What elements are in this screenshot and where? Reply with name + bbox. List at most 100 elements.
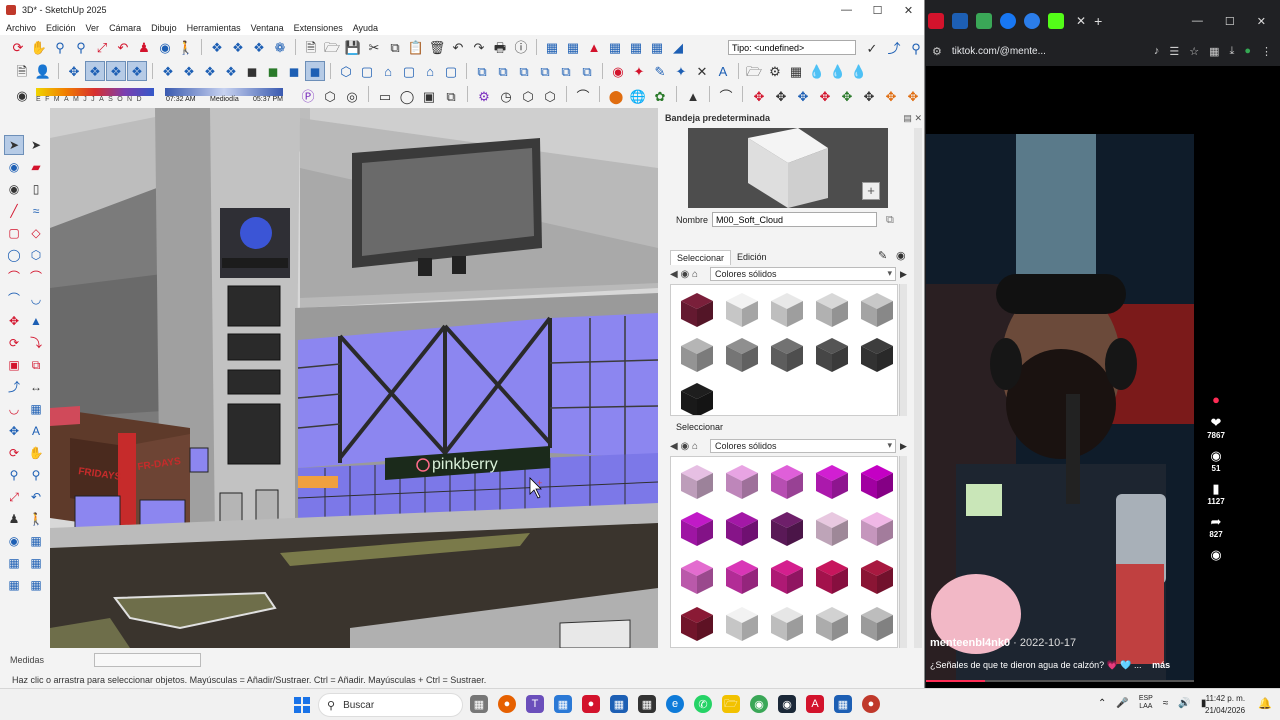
notifications-bell-icon[interactable]: 🔔: [1258, 697, 1272, 710]
teams-icon[interactable]: T: [526, 695, 544, 713]
cut-icon[interactable]: ✂: [364, 37, 384, 57]
zoom-window-tool-icon[interactable]: ⚲: [26, 465, 46, 485]
tab-seleccionar[interactable]: Seleccionar: [670, 250, 732, 265]
mic-icon[interactable]: 🎤: [1116, 698, 1128, 709]
profile-avatar[interactable]: ●: [1244, 45, 1251, 58]
orbit-icon[interactable]: ⟳: [8, 37, 28, 57]
like-button[interactable]: ❤ 7867: [1207, 415, 1225, 440]
profile-p-icon[interactable]: Ⓟ: [298, 86, 318, 106]
location-pin-icon[interactable]: ⚲: [906, 38, 926, 58]
follow-me-icon[interactable]: ⤵: [26, 333, 46, 353]
erase-icon[interactable]: 🗑: [427, 37, 447, 57]
material-swatch[interactable]: [720, 554, 763, 597]
task-view-icon[interactable]: ▦: [470, 695, 488, 713]
new-file-icon[interactable]: 🗎: [301, 37, 321, 57]
library-select-bottom[interactable]: Colores sólidos: [710, 439, 896, 453]
left-icon[interactable]: ▢: [441, 61, 461, 81]
acrobat-icon[interactable]: A: [806, 695, 824, 713]
taskbar-search[interactable]: ⚲ Buscar: [318, 693, 463, 717]
tiktok-app-icon[interactable]: ♪: [1154, 45, 1160, 58]
front-icon[interactable]: ⌂: [378, 61, 398, 81]
sketchup-taskbar-icon[interactable]: ▦: [834, 695, 852, 713]
look-around-tool-icon[interactable]: ◉: [4, 531, 24, 551]
menu-herramientas[interactable]: Herramientas: [187, 23, 241, 33]
styles-icon[interactable]: ❁: [270, 37, 290, 57]
green-cube-icon[interactable]: ◼: [263, 61, 283, 81]
shaded-icon[interactable]: ❖: [179, 61, 199, 81]
scale-icon[interactable]: ▣: [4, 355, 24, 375]
zoom-extents-tool-icon[interactable]: ⤢: [4, 487, 24, 507]
eyedropper-icon[interactable]: ✎: [878, 249, 887, 262]
firefox-icon[interactable]: ●: [498, 695, 516, 713]
nav-icons[interactable]: ◀ ◉ ⌂: [670, 269, 710, 280]
arc-ribbon-icon[interactable]: ⌒: [573, 86, 593, 106]
tray-close-icon[interactable]: ✕: [914, 113, 922, 123]
measurements-box[interactable]: [94, 653, 201, 667]
open-folder-icon[interactable]: 🗁: [322, 37, 342, 57]
smoove-icon[interactable]: ▲: [584, 37, 604, 57]
tray-scrollbar[interactable]: [914, 128, 922, 648]
material-swatch[interactable]: [810, 459, 853, 502]
material-swatch[interactable]: [675, 507, 718, 550]
component-cube-icon[interactable]: ⬡: [320, 86, 340, 106]
material-swatch[interactable]: [855, 287, 897, 330]
move-arrows-orange-icon[interactable]: ✥: [881, 86, 901, 106]
chrome-icon[interactable]: ◉: [750, 695, 768, 713]
axes-tool-icon[interactable]: ✥: [4, 421, 24, 441]
intersect-icon[interactable]: ⧉: [493, 61, 513, 81]
menu-edicion[interactable]: Edición: [46, 23, 76, 33]
paint-bucket-icon[interactable]: ◉: [12, 85, 32, 105]
sandbox-tool-icon[interactable]: ▦: [4, 553, 24, 573]
nav-icons-bottom[interactable]: ◀ ◉ ⌂: [670, 441, 710, 452]
video-frame[interactable]: [926, 134, 1194, 682]
previous-tool-icon[interactable]: ↶: [26, 487, 46, 507]
material-swatch[interactable]: [855, 507, 897, 550]
tab-close-icon[interactable]: ✕: [1076, 14, 1086, 28]
material-swatch[interactable]: [675, 459, 718, 502]
pie-icon[interactable]: ◡: [26, 289, 46, 309]
recorder-icon[interactable]: ●: [862, 695, 880, 713]
tray-chevron-icon[interactable]: ⌃: [1098, 698, 1106, 709]
download-icon[interactable]: ⤓: [1229, 45, 1234, 58]
material-swatch[interactable]: [765, 554, 808, 597]
monochrome-icon[interactable]: ❖: [221, 61, 241, 81]
clock-icon[interactable]: ◷: [496, 86, 516, 106]
tape-measure-icon[interactable]: ⤴: [4, 377, 24, 397]
tab-icon-globe[interactable]: [1024, 13, 1040, 29]
text-icon[interactable]: ▦: [26, 399, 46, 419]
edge-icon[interactable]: e: [666, 695, 684, 713]
browser-maximize[interactable]: ☐: [1225, 15, 1235, 28]
split-icon[interactable]: ⧉: [577, 61, 597, 81]
paste-icon[interactable]: 📋: [406, 37, 426, 57]
gear-icon[interactable]: ⚙: [765, 61, 785, 81]
library-select-top[interactable]: Colores sólidos: [710, 267, 896, 281]
material-swatch[interactable]: [675, 287, 718, 330]
material-swatch[interactable]: [855, 602, 897, 645]
move-arrows-red-icon[interactable]: ✥: [749, 86, 769, 106]
file-explorer-icon[interactable]: 🗁: [722, 695, 740, 713]
section-file-icon[interactable]: 🗎: [12, 61, 32, 81]
menu-dibujo[interactable]: Dibujo: [151, 23, 177, 33]
site-settings-icon[interactable]: ⚙: [932, 45, 942, 58]
maximize-button[interactable]: ☐: [862, 0, 893, 20]
trim-icon[interactable]: ⧉: [556, 61, 576, 81]
material-swatch[interactable]: [675, 377, 718, 415]
freehand-icon[interactable]: ≈: [26, 201, 46, 221]
union-icon[interactable]: ⧉: [514, 61, 534, 81]
browser-minimize[interactable]: —: [1192, 15, 1203, 28]
material-swatch[interactable]: [765, 287, 808, 330]
menu-dots-icon[interactable]: ⋮: [1261, 45, 1272, 58]
look-around-icon[interactable]: ◉: [155, 37, 175, 57]
tab-edicion[interactable]: Edición: [731, 250, 773, 265]
flip-edge-icon[interactable]: ◢: [668, 37, 688, 57]
wood-material-icon[interactable]: ⬤: [606, 86, 626, 106]
material-swatch[interactable]: [810, 554, 853, 597]
box-icon[interactable]: ⬡: [540, 86, 560, 106]
arc-2pt-icon[interactable]: ⌒: [26, 267, 46, 287]
details-arrow-icon[interactable]: ▶: [900, 269, 910, 280]
arc-icon[interactable]: ⌒: [4, 267, 24, 287]
move-arrows-red-2-icon[interactable]: ✥: [815, 86, 835, 106]
position-camera-tool-icon[interactable]: ♟: [4, 509, 24, 529]
move-arrows-dark-icon[interactable]: ✥: [771, 86, 791, 106]
menu-camara[interactable]: Cámara: [109, 23, 141, 33]
